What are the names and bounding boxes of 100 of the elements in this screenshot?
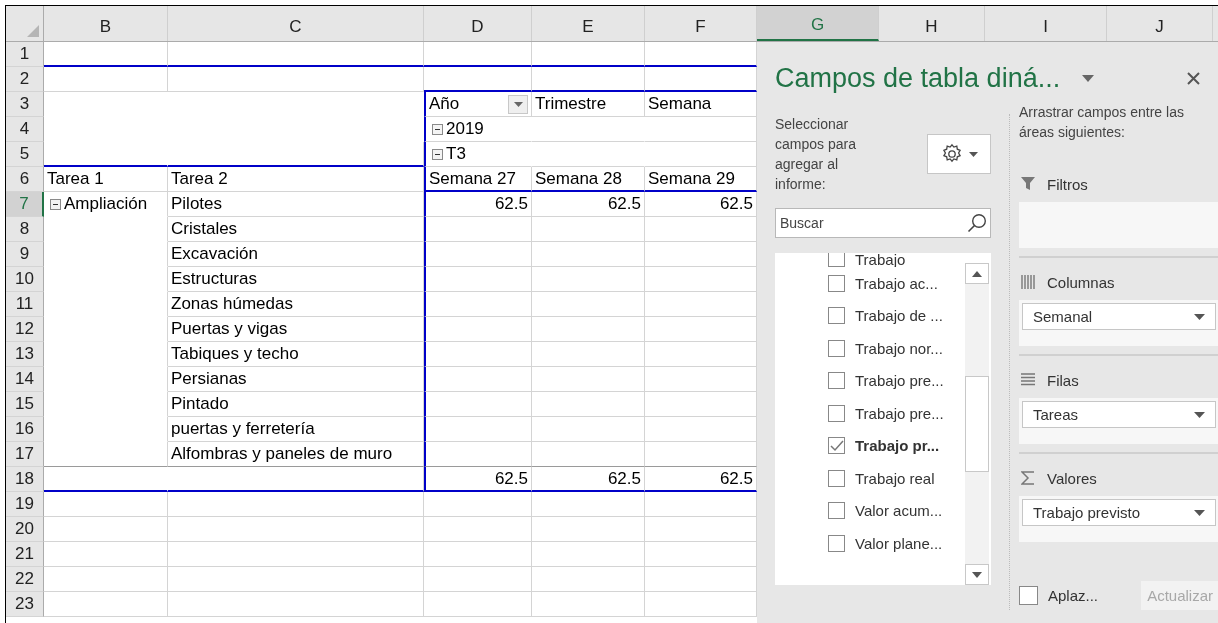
row-header[interactable]: 13 [6, 342, 44, 367]
table-cell: puertas y ferretería [168, 417, 424, 442]
row-header[interactable]: 22 [6, 567, 44, 592]
field-label[interactable]: Trabajo pr... [855, 437, 940, 455]
checkbox[interactable] [828, 274, 845, 292]
row-header[interactable]: 7 [6, 192, 44, 217]
column-header[interactable]: C [168, 6, 424, 41]
value-cell: 62.5 [424, 192, 532, 217]
checkbox[interactable] [1019, 586, 1038, 605]
checkbox[interactable] [828, 253, 845, 267]
row-header[interactable]: 11 [6, 292, 44, 317]
pane-title: Campos de tabla diná... [775, 62, 1061, 94]
value-cell: 62.5 [532, 192, 645, 217]
dropdown-caret-icon[interactable] [1082, 74, 1095, 82]
column-header[interactable]: J [1107, 6, 1213, 41]
table-cell: Zonas húmedas [168, 292, 424, 317]
caret-icon [513, 101, 523, 107]
row-header[interactable]: 2 [6, 67, 44, 92]
table-cell: Semana 27 [424, 167, 532, 192]
checkbox[interactable] [828, 534, 845, 552]
row-header[interactable]: 10 [6, 267, 44, 292]
filter-icon [1021, 177, 1035, 191]
table-cell: Ampliación [64, 194, 148, 214]
caret-icon [1194, 411, 1205, 418]
row-header[interactable]: 4 [6, 117, 44, 142]
row-header[interactable]: 6 [6, 167, 44, 192]
down-arrow-icon [972, 571, 982, 578]
row-header[interactable]: 16 [6, 417, 44, 442]
area-label: Filtros [1047, 175, 1088, 193]
table-cell: Puertas y vigas [168, 317, 424, 342]
table-cell: Año [429, 94, 460, 114]
area-label: Valores [1047, 469, 1097, 487]
row-header[interactable]: 23 [6, 592, 44, 617]
row-header[interactable]: 17 [6, 442, 44, 467]
drop-area[interactable]: Trabajo previsto [1019, 496, 1218, 542]
row-header[interactable]: 21 [6, 542, 44, 567]
field-dropdown[interactable]: Semanal [1022, 303, 1216, 330]
collapse-icon[interactable] [432, 123, 443, 135]
scroll-up-button[interactable] [965, 263, 989, 284]
checkbox[interactable] [828, 372, 845, 390]
row-header[interactable]: 15 [6, 392, 44, 417]
caret-icon [1194, 509, 1205, 516]
scrollbar-thumb[interactable] [965, 376, 989, 472]
checkbox[interactable] [828, 502, 845, 520]
table-cell: Pintado [168, 392, 424, 417]
row-header[interactable]: 3 [6, 92, 44, 117]
checkbox[interactable] [828, 339, 845, 357]
field-label[interactable]: Valor plane... [855, 534, 943, 552]
rows-icon [1021, 373, 1035, 387]
row-header[interactable]: 18 [6, 467, 44, 492]
sigma-icon [1021, 471, 1035, 485]
field-label[interactable]: Valor acum... [855, 502, 943, 520]
scroll-down-button[interactable] [965, 564, 989, 585]
up-arrow-icon [972, 270, 982, 277]
row-header[interactable]: 1 [6, 42, 44, 67]
drop-area[interactable]: Tareas [1019, 398, 1218, 444]
checkbox[interactable] [828, 404, 845, 422]
field-dropdown[interactable]: Trabajo previsto [1022, 499, 1216, 526]
checkbox[interactable] [828, 307, 845, 325]
table-cell: Estructuras [168, 267, 424, 292]
checkbox[interactable] [828, 469, 845, 487]
field-label[interactable]: Trabajo de ... [855, 307, 943, 325]
column-header[interactable]: B [44, 6, 168, 41]
search-field[interactable]: Buscar [775, 208, 991, 238]
row-header[interactable]: 9 [6, 242, 44, 267]
drop-area[interactable]: Semanal [1019, 300, 1218, 346]
field-label[interactable]: Trabajo pre... [855, 372, 944, 390]
checkbox[interactable] [828, 437, 845, 455]
field-dropdown[interactable]: Tareas [1022, 401, 1216, 428]
checkbox-label[interactable]: Aplaz... [1048, 587, 1099, 604]
value-cell: 62.5 [424, 467, 532, 492]
row-header[interactable]: 14 [6, 367, 44, 392]
caret-icon [968, 151, 978, 157]
column-header[interactable]: D [424, 6, 532, 41]
column-header[interactable]: G [757, 6, 879, 41]
column-header[interactable]: I [985, 6, 1107, 41]
table-cell: Alfombras y paneles de muro [168, 442, 424, 467]
collapse-icon[interactable] [50, 198, 61, 210]
field-label[interactable]: Trabajo real [855, 469, 935, 487]
collapse-icon[interactable] [432, 148, 443, 160]
row-header[interactable]: 5 [6, 142, 44, 167]
column-header[interactable]: E [532, 6, 645, 41]
value-cell: 62.5 [532, 467, 645, 492]
close-icon[interactable] [1187, 71, 1200, 85]
columns-icon [1021, 275, 1035, 289]
row-header[interactable]: 19 [6, 492, 44, 517]
column-header[interactable]: H [879, 6, 985, 41]
field-label[interactable]: Trabajo pre... [855, 404, 944, 422]
table-cell: Persianas [168, 367, 424, 392]
settings-button[interactable] [927, 134, 991, 174]
search-icon [967, 213, 987, 233]
field-label[interactable]: Trabajo ac... [855, 274, 938, 292]
row-header[interactable]: 12 [6, 317, 44, 342]
row-header[interactable]: 8 [6, 217, 44, 242]
filter-dropdown-button[interactable] [508, 94, 528, 114]
area-label: Columnas [1047, 273, 1115, 291]
row-header[interactable]: 20 [6, 517, 44, 542]
instruction-text: Arrastrar campos entre las áreas siguientes: [1019, 103, 1185, 142]
table-cell: Excavación [168, 242, 424, 267]
field-label[interactable]: Trabajo nor... [855, 339, 943, 357]
